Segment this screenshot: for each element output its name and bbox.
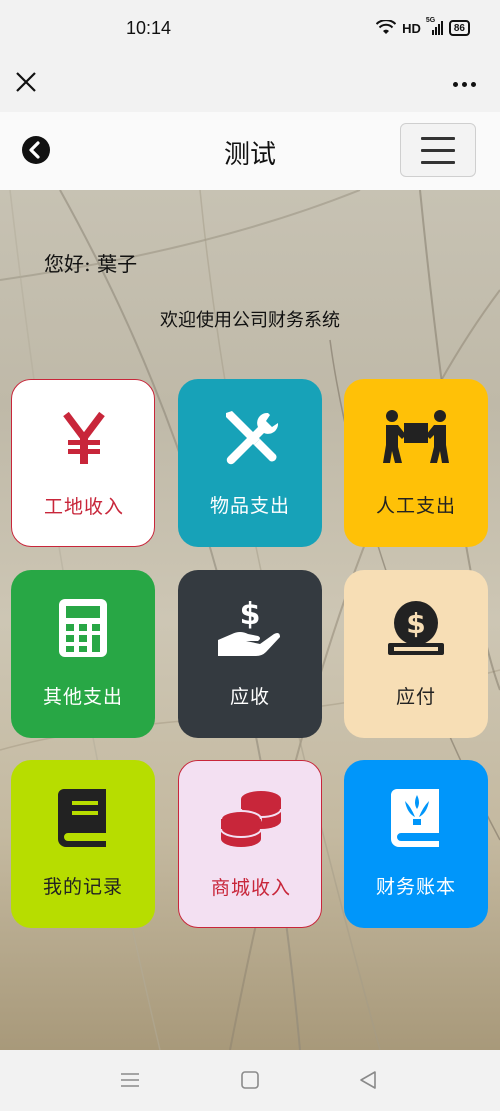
coins-icon: [179, 787, 323, 851]
tile-my-records[interactable]: 我的记录: [11, 760, 155, 928]
tools-icon: [178, 405, 322, 469]
signal-label: 5G: [425, 17, 436, 24]
welcome-text: 欢迎使用公司财务系统: [160, 310, 340, 331]
close-icon[interactable]: [14, 70, 38, 94]
tile-payable[interactable]: $ 应付: [344, 570, 488, 738]
tile-site-income[interactable]: 工地收入: [11, 379, 155, 547]
greeting-text: 您好: 葉子: [44, 252, 138, 276]
yen-icon: [12, 406, 156, 470]
tile-label: 其他支出: [42, 686, 123, 708]
tile-label: 商城收入: [210, 877, 291, 899]
status-indicators: HD 5G 86: [376, 17, 470, 36]
tile-receivable[interactable]: $ 应收: [178, 570, 322, 738]
tile-labor-expense[interactable]: 人工支出: [344, 379, 488, 547]
dot: [462, 82, 467, 87]
status-bar: 10:14 HD 5G 86: [0, 0, 500, 60]
signal-icon: 5G: [426, 17, 443, 35]
tile-label: 工地收入: [43, 496, 124, 518]
nav-menu-icon[interactable]: [120, 1070, 140, 1094]
svg-text:$: $: [240, 598, 261, 632]
svg-text:$: $: [406, 607, 425, 640]
network-label: HD: [402, 20, 421, 36]
menu-bar: [421, 161, 455, 164]
wifi-icon: [376, 20, 397, 36]
tile-goods-expense[interactable]: 物品支出: [178, 379, 322, 547]
nav-back-icon[interactable]: [358, 1070, 378, 1094]
calculator-icon: [11, 596, 155, 660]
dot: [471, 82, 476, 87]
tile-label: 物品支出: [209, 495, 290, 517]
tile-finance-ledger[interactable]: 财务账本: [344, 760, 488, 928]
tile-label: 应付: [395, 686, 436, 708]
tile-label: 财务账本: [375, 876, 456, 898]
tile-label: 应收: [229, 686, 270, 708]
battery-level: 86: [453, 22, 465, 34]
people-carry-icon: [344, 405, 488, 469]
battery-icon: 86: [448, 20, 470, 36]
journal-icon: [344, 786, 488, 850]
nav-home-icon[interactable]: [240, 1070, 260, 1094]
hand-dollar-icon: $: [178, 596, 322, 660]
menu-bar: [421, 137, 455, 140]
dot: [453, 82, 458, 87]
tile-mall-income[interactable]: 商城收入: [178, 760, 322, 928]
menu-bar: [421, 149, 455, 152]
webview-bar: [0, 60, 500, 112]
system-nav-bar: [0, 1050, 500, 1111]
tile-other-expense[interactable]: 其他支出: [11, 570, 155, 738]
more-dots-icon[interactable]: [453, 82, 476, 87]
tile-label: 人工支出: [375, 495, 456, 517]
hamburger-menu-icon[interactable]: [400, 123, 476, 177]
coin-slot-icon: $: [344, 596, 488, 660]
tile-label: 我的记录: [42, 876, 123, 898]
status-time: 10:14: [126, 18, 172, 38]
book-icon: [11, 786, 155, 850]
main-content: 您好: 葉子 欢迎使用公司财务系统 工地收入 物品支出 人工支出 其他支出 $ …: [0, 190, 500, 1050]
